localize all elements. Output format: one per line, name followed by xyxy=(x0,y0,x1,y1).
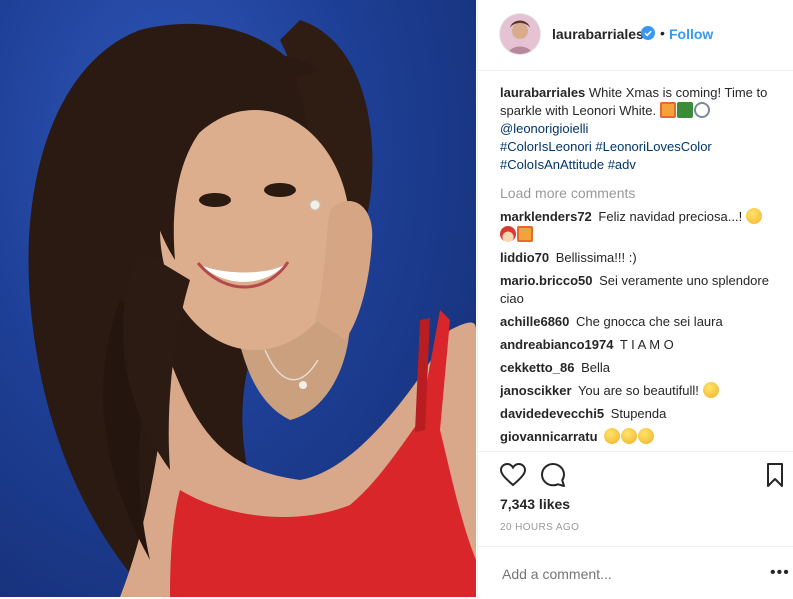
comment-item: giovannicarratu xyxy=(500,428,775,446)
caption-username[interactable]: laurabarriales xyxy=(500,85,585,100)
ring-emoji xyxy=(693,102,710,118)
comment-item: cekketto_86 Bella xyxy=(500,359,775,377)
comment-item: janoscikker You are so beautifull! xyxy=(500,382,775,400)
comment-username[interactable]: cekketto_86 xyxy=(500,360,574,375)
comment-bubble-icon[interactable] xyxy=(540,462,566,488)
comment-text: Che gnocca che sei laura xyxy=(576,314,723,329)
post-sidebar: laurabarriales • Follow laurabarriales W… xyxy=(477,0,793,597)
comment-username[interactable]: giovannicarratu xyxy=(500,429,598,444)
bookmark-icon[interactable] xyxy=(766,462,784,488)
santa-emoji xyxy=(500,226,516,242)
comment-text: You are so beautifull! xyxy=(577,383,699,398)
hashtag[interactable]: #adv xyxy=(608,157,636,172)
post-timestamp[interactable]: 20 HOURS AGO xyxy=(500,522,579,533)
comment-text: Stupenda xyxy=(610,406,667,421)
comment-username[interactable]: andreabianco1974 xyxy=(500,337,613,352)
add-comment-input[interactable] xyxy=(500,563,744,585)
header-username[interactable]: laurabarriales xyxy=(552,26,644,42)
hashtag[interactable]: #ColoIsAnAttitude xyxy=(500,157,604,172)
smiling-emoji xyxy=(702,382,719,398)
avatar-image xyxy=(500,14,540,54)
add-comment-bar: ••• xyxy=(478,546,793,599)
header-separator: • xyxy=(660,25,665,41)
comment-item: marklenders72 Feliz navidad preciosa...! xyxy=(500,208,775,244)
comment-item: achille6860 Che gnocca che sei laura xyxy=(500,313,775,331)
comment-username[interactable]: achille6860 xyxy=(500,314,569,329)
hashtag[interactable]: #ColorIsLeonori xyxy=(500,139,592,154)
comment-username[interactable]: janoscikker xyxy=(500,383,572,398)
comments-list[interactable]: laurabarriales White Xmas is coming! Tim… xyxy=(500,84,775,450)
likes-count[interactable]: 7,343 likes xyxy=(500,496,570,512)
comment-item: andreabianco1974 T I A M O xyxy=(500,336,775,354)
comment-item: mario.bricco50 Sei veramente uno splendo… xyxy=(500,272,775,308)
gift-emoji xyxy=(659,102,676,118)
post-caption: laurabarriales White Xmas is coming! Tim… xyxy=(500,84,775,174)
comment-username[interactable]: liddio70 xyxy=(500,250,549,265)
portrait-illustration xyxy=(28,20,476,597)
comment-item: liddio70 Bellissima!!! :) xyxy=(500,249,775,267)
comment-text: Bellissima!!! :) xyxy=(555,250,637,265)
post-actions: 7,343 likes 20 HOURS AGO ••• xyxy=(478,451,793,598)
caption-mention[interactable]: @leonorigioielli xyxy=(500,120,775,138)
comment-username[interactable]: mario.bricco50 xyxy=(500,273,593,288)
profile-avatar[interactable] xyxy=(500,14,540,54)
comment-username[interactable]: marklenders72 xyxy=(500,209,592,224)
smiling-emoji xyxy=(621,428,638,444)
comment-username[interactable]: davidedevecchi5 xyxy=(500,406,604,421)
load-more-comments-button[interactable]: Load more comments xyxy=(500,184,775,202)
smiling-emoji xyxy=(638,428,655,444)
post-header: laurabarriales • Follow xyxy=(478,0,793,71)
follow-button[interactable]: Follow xyxy=(669,26,713,42)
heart-icon[interactable] xyxy=(500,463,526,487)
caption-emojis xyxy=(659,102,711,118)
verified-badge-icon xyxy=(641,26,655,40)
comment-text: Bella xyxy=(581,360,610,375)
more-options-button[interactable]: ••• xyxy=(770,564,790,582)
post-photo[interactable] xyxy=(0,0,476,597)
hashtag[interactable]: #LeonoriLovesColor xyxy=(595,139,711,154)
comment-text: Feliz navidad preciosa...! xyxy=(598,209,743,224)
smiling-emoji xyxy=(604,428,621,444)
comment-text: T I A M O xyxy=(619,337,674,352)
kiss-emoji xyxy=(745,208,762,224)
christmas-tree-emoji xyxy=(676,102,693,118)
gift-emoji xyxy=(517,226,533,242)
comment-item: davidedevecchi5 Stupenda xyxy=(500,405,775,423)
instagram-post: laurabarriales • Follow laurabarriales W… xyxy=(0,0,793,597)
